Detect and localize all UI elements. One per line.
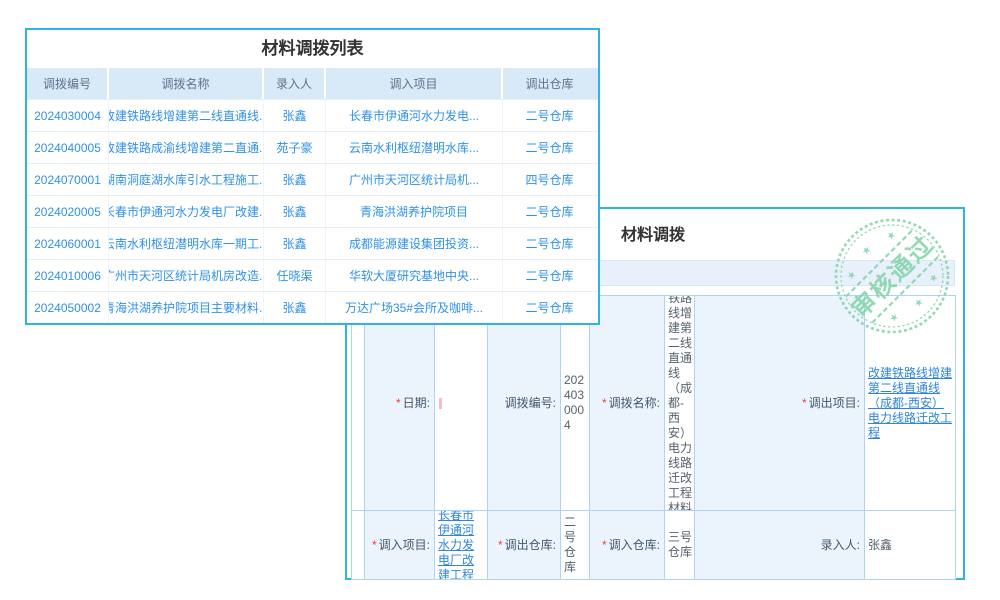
required-icon: *	[498, 538, 503, 553]
table-row[interactable]: 2024040005 改建铁路成渝线增建第二直通... 苑子豪 云南水利枢纽潜明…	[27, 131, 598, 163]
out-project-label: * 调出项目:	[695, 296, 865, 511]
transfer-name-label: * 调拨名称:	[590, 296, 665, 511]
required-icon: *	[602, 396, 607, 411]
in-warehouse-label: * 调入仓库:	[590, 511, 665, 580]
out-project-link[interactable]: 改建铁路线增建第二线直通线（成都-西安）电力线路迁改工程	[868, 366, 953, 441]
column-header-name: 调拨名称	[109, 68, 264, 99]
transfer-name-value: 改建铁路线增建第二线直通线（成都-西安）电力线路迁改工程材料调拨	[665, 296, 695, 511]
form-table: * 日期: 调拨编号: 2024030004 * 调拨名称: 改建铁路线增建第二…	[351, 295, 956, 580]
date-value-cell[interactable]	[435, 296, 488, 511]
list-title: 材料调拨列表	[27, 30, 598, 68]
in-warehouse-value: 三号仓库	[665, 511, 695, 580]
table-row[interactable]: 2024060001 云南水利枢纽潜明水库一期工... 张鑫 成都能源建设集团投…	[27, 227, 598, 259]
table-row[interactable]: 2024050002 青海洪湖养护院项目主要材料... 张鑫 万达广场35#会所…	[27, 291, 598, 323]
table-row[interactable]: 2024020005 长春市伊通河水力发电厂改建... 张鑫 青海洪湖养护院项目…	[27, 195, 598, 227]
table-row[interactable]: 2024010006 广州市天河区统计局机房改造... 任晓渠 华软大厦研究基地…	[27, 259, 598, 291]
transfer-code-label: 调拨编号:	[488, 296, 561, 511]
required-icon: *	[396, 396, 401, 411]
recorder-value: 张鑫	[865, 511, 956, 580]
required-icon: *	[372, 538, 377, 553]
in-project-value-cell: 长春市伊通河水力发电厂改建工程	[435, 511, 488, 580]
out-project-value-cell: 改建铁路线增建第二线直通线（成都-西安）电力线路迁改工程	[865, 296, 956, 511]
list-header-row: 调拨编号 调拨名称 录入人 调入项目 调出仓库	[27, 68, 598, 99]
star-icon: ★	[860, 244, 874, 258]
required-icon: *	[802, 396, 807, 411]
date-label: * 日期:	[365, 296, 435, 511]
recorder-label: 录入人:	[695, 511, 865, 580]
spacer-cell	[352, 296, 365, 511]
date-input-caret	[439, 398, 442, 409]
in-project-label: * 调入项目:	[365, 511, 435, 580]
spacer-cell	[352, 511, 365, 580]
out-warehouse-label: * 调出仓库:	[488, 511, 561, 580]
in-project-link[interactable]: 长春市伊通河水力发电厂改建工程	[438, 511, 485, 580]
out-warehouse-value: 二号仓库	[561, 511, 590, 580]
column-header-warehouse: 调出仓库	[503, 68, 596, 99]
material-transfer-list-panel: 材料调拨列表 调拨编号 调拨名称 录入人 调入项目 调出仓库 202403000…	[25, 28, 600, 325]
required-icon: *	[602, 538, 607, 553]
column-header-recorder: 录入人	[264, 68, 326, 99]
transfer-code-value: 2024030004	[561, 296, 590, 511]
table-row[interactable]: 2024070001 湖南洞庭湖水库引水工程施工... 张鑫 广州市天河区统计局…	[27, 163, 598, 195]
column-header-project: 调入项目	[326, 68, 503, 99]
table-row[interactable]: 2024030004 改建铁路线增建第二线直通线... 张鑫 长春市伊通河水力发…	[27, 99, 598, 131]
column-header-code: 调拨编号	[27, 68, 109, 99]
